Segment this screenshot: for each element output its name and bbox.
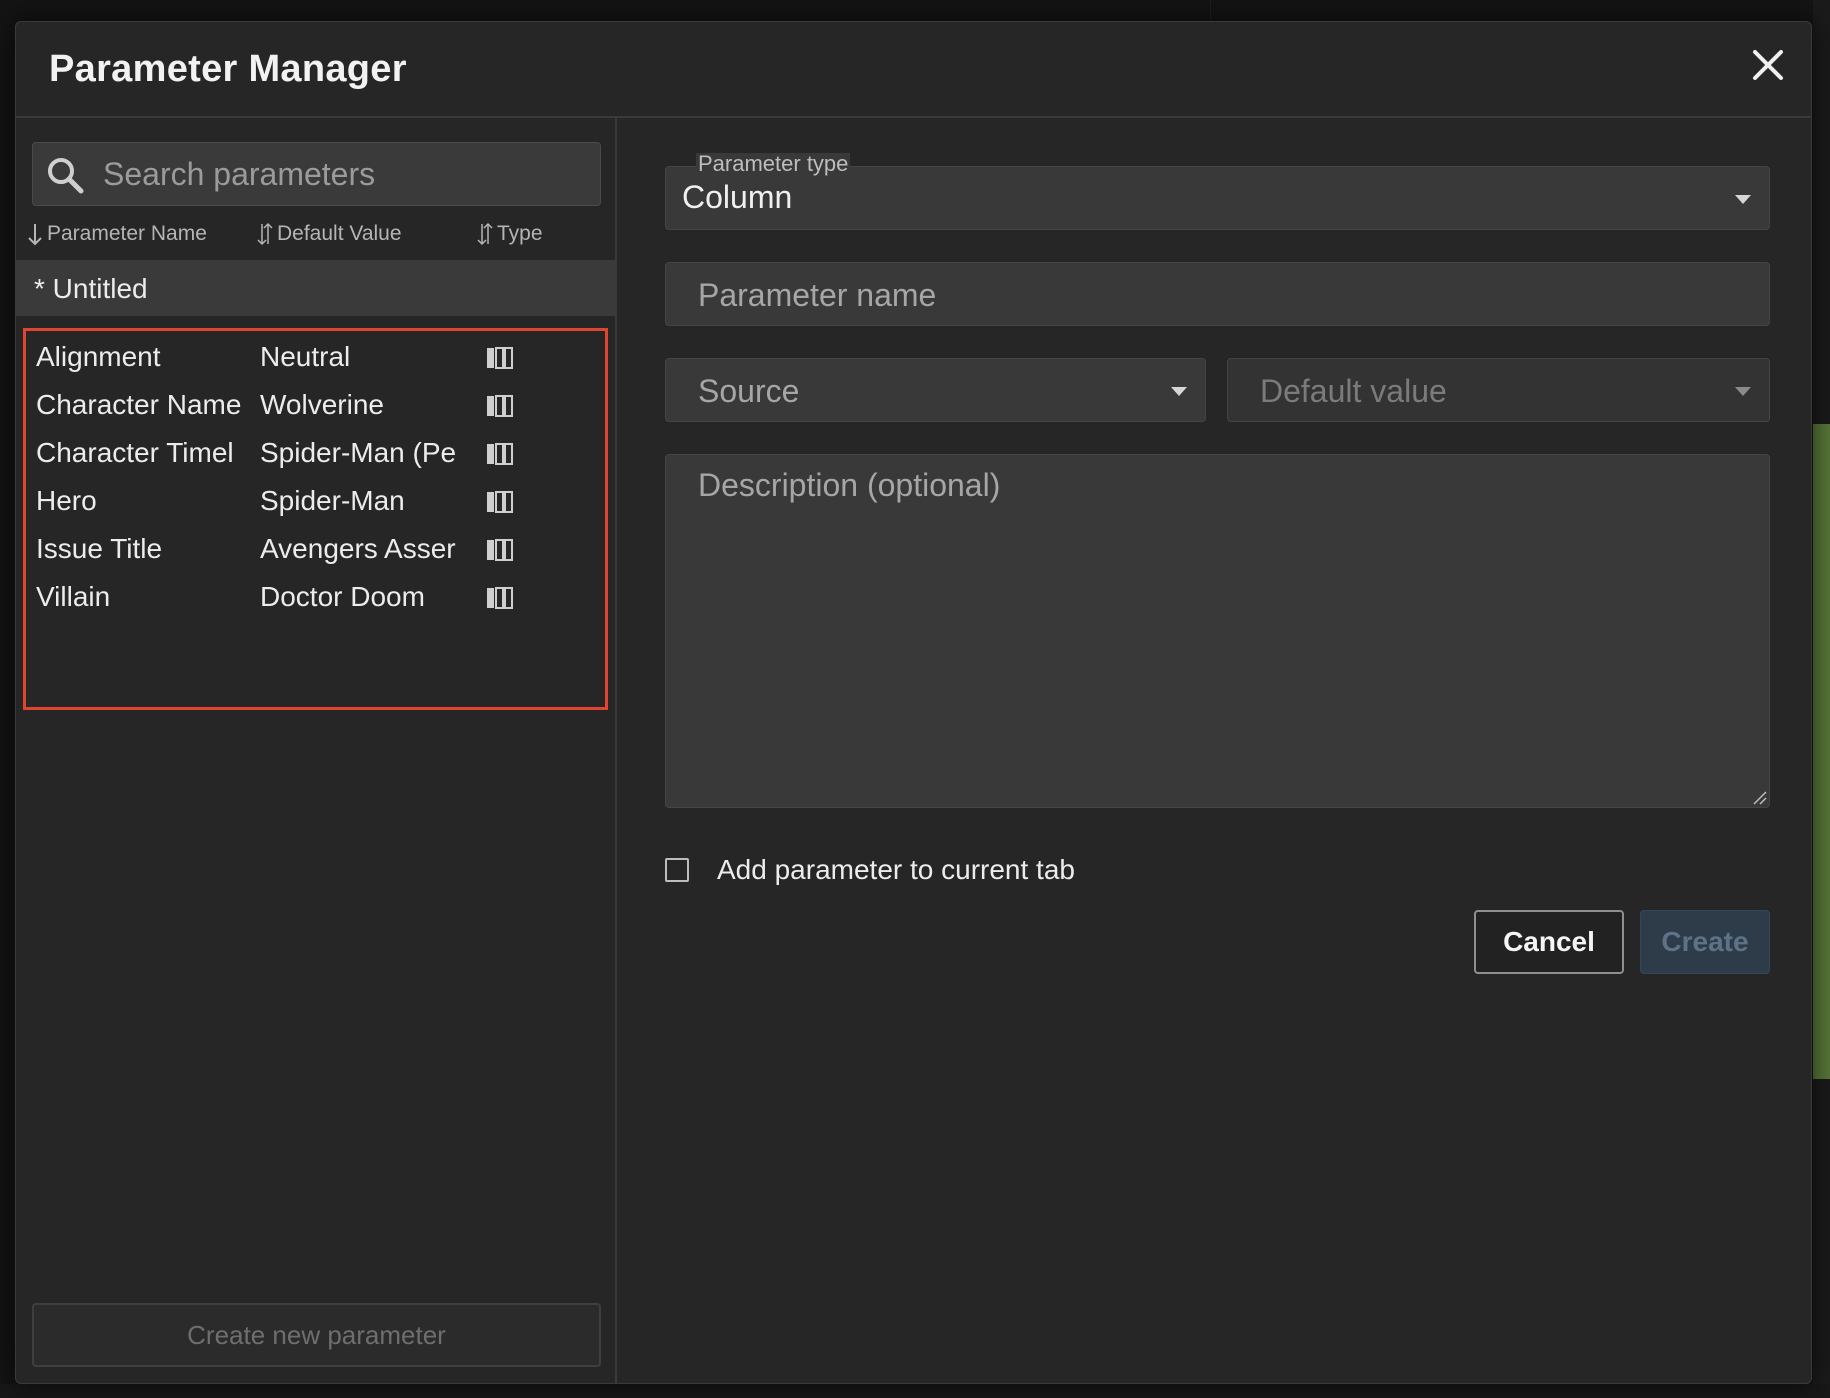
column-headers: Parameter Name Default Value Type bbox=[16, 210, 615, 260]
parameter-list: Alignment Neutral Character Name Wolveri… bbox=[23, 328, 608, 710]
chevron-down-icon bbox=[1735, 387, 1751, 396]
search-input[interactable] bbox=[103, 143, 590, 205]
source-select[interactable]: Source bbox=[665, 358, 1206, 422]
description-field[interactable]: Description (optional) bbox=[665, 454, 1770, 808]
parameter-name: Character Name bbox=[36, 389, 242, 420]
dialog-title: Parameter Manager bbox=[49, 48, 407, 90]
add-to-tab-label: Add parameter to current tab bbox=[717, 854, 1075, 885]
add-to-tab-option: Add parameter to current tab bbox=[665, 850, 1075, 890]
parameter-default-value: Wolverine bbox=[260, 389, 384, 420]
untitled-parameter-row[interactable]: * Untitled bbox=[16, 260, 615, 316]
close-button[interactable] bbox=[1745, 42, 1791, 88]
parameter-type-value: Column bbox=[682, 179, 793, 215]
parameter-type-select[interactable]: Parameter type Column bbox=[665, 153, 1770, 230]
parameter-name: Villain bbox=[36, 581, 111, 612]
parameter-default-value: Spider-Man (Pe bbox=[260, 437, 457, 468]
parameter-default-value: Avengers Asser bbox=[260, 533, 456, 564]
column-icon bbox=[486, 345, 516, 369]
parameter-form-pane: Parameter type Column Parameter name Sou… bbox=[617, 118, 1811, 1383]
sort-descending-icon bbox=[28, 224, 42, 246]
untitled-label: * Untitled bbox=[34, 273, 148, 304]
column-header-type-label: Type bbox=[497, 222, 543, 245]
resize-grip-icon[interactable] bbox=[1751, 789, 1767, 805]
default-value-select[interactable]: Default value bbox=[1227, 358, 1770, 422]
column-header-default-label: Default Value bbox=[277, 222, 402, 245]
parameter-manager-dialog: Parameter Manager Parameter Name bbox=[15, 21, 1812, 1384]
parameter-name: Issue Title bbox=[36, 533, 163, 564]
source-placeholder: Source bbox=[698, 373, 800, 409]
parameter-row[interactable]: Villain Doctor Doom bbox=[26, 571, 605, 627]
parameter-list-pane: Parameter Name Default Value Typ bbox=[16, 118, 617, 1383]
chevron-down-icon bbox=[1735, 195, 1751, 204]
parameter-default-value: Neutral bbox=[260, 341, 351, 372]
parameter-name: Character Timel bbox=[36, 437, 234, 468]
add-to-tab-checkbox[interactable] bbox=[665, 858, 689, 882]
default-value-placeholder: Default value bbox=[1260, 373, 1447, 409]
sort-both-icon bbox=[257, 222, 273, 246]
parameter-default-value: Spider-Man bbox=[260, 485, 405, 516]
sort-both-icon bbox=[477, 222, 493, 246]
dialog-header: Parameter Manager bbox=[16, 22, 1811, 118]
chevron-down-icon bbox=[1171, 387, 1187, 396]
parameter-name-field[interactable]: Parameter name bbox=[665, 262, 1770, 326]
column-icon bbox=[486, 441, 516, 465]
column-header-default[interactable]: Default Value bbox=[256, 220, 402, 248]
parameter-name-placeholder: Parameter name bbox=[698, 277, 937, 313]
search-box bbox=[32, 142, 601, 206]
column-icon bbox=[486, 489, 516, 513]
column-icon bbox=[486, 585, 516, 609]
create-button[interactable]: Create bbox=[1640, 910, 1770, 974]
column-icon bbox=[486, 393, 516, 417]
parameter-name: Alignment bbox=[36, 341, 161, 372]
background-green-bar bbox=[1813, 424, 1830, 1079]
description-placeholder: Description (optional) bbox=[698, 467, 1001, 503]
search-icon bbox=[48, 158, 84, 194]
column-icon bbox=[486, 537, 516, 561]
column-header-name-label: Parameter Name bbox=[47, 222, 207, 245]
column-header-name[interactable]: Parameter Name bbox=[26, 220, 207, 248]
parameter-type-label: Parameter type bbox=[696, 151, 851, 176]
create-new-parameter-button[interactable]: Create new parameter bbox=[32, 1303, 601, 1367]
cancel-button[interactable]: Cancel bbox=[1474, 910, 1624, 974]
close-icon bbox=[1753, 50, 1783, 80]
parameter-default-value: Doctor Doom bbox=[260, 581, 425, 612]
parameter-name: Hero bbox=[36, 485, 97, 516]
column-header-type[interactable]: Type bbox=[476, 220, 543, 248]
background-bottom-row bbox=[0, 1384, 1830, 1398]
